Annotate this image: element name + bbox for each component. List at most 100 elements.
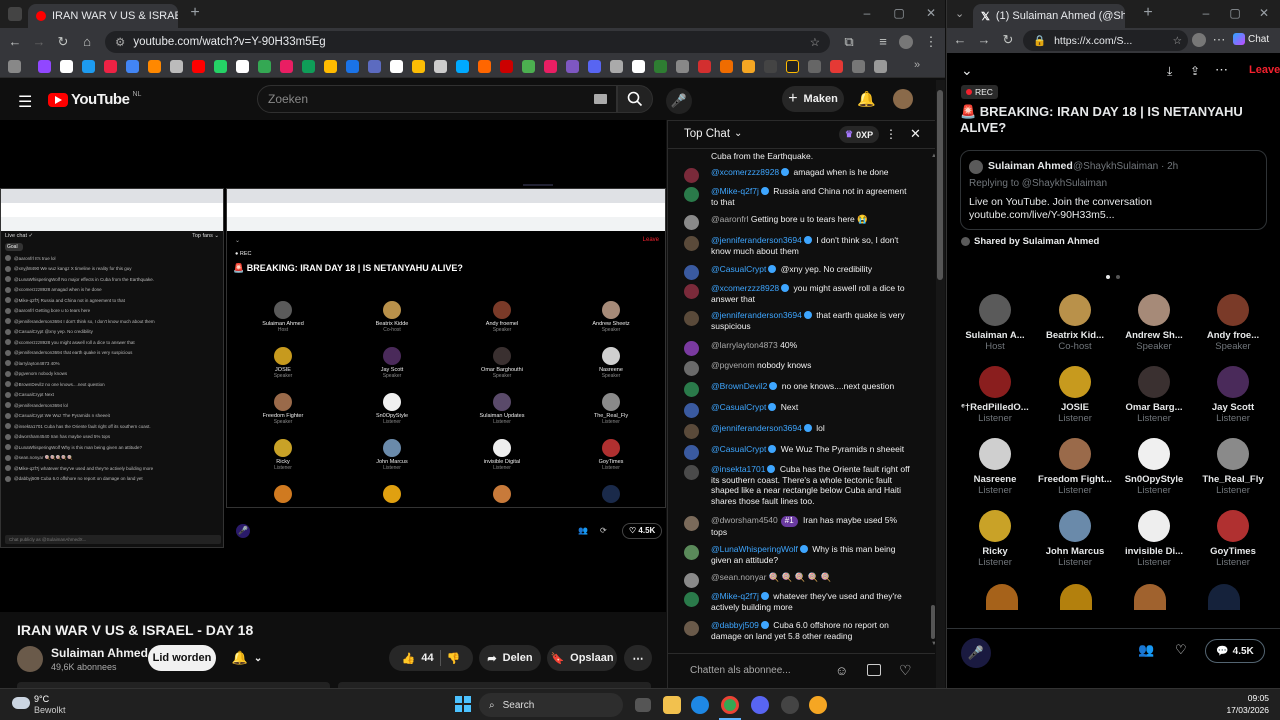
search-button[interactable]: [617, 85, 653, 113]
speaker-item[interactable]: Andrew Sh... Speaker: [1114, 294, 1194, 352]
chat-avatar[interactable]: [684, 465, 699, 480]
bookmark-icon[interactable]: [654, 60, 667, 73]
points-badge[interactable]: ♛ 0XP: [839, 126, 880, 143]
bookmark-icon[interactable]: [808, 60, 821, 73]
chat-author[interactable]: @insekta1701: [711, 464, 765, 474]
chat-author[interactable]: @jenniferanderson3694: [711, 310, 802, 320]
chat-mode-dropdown[interactable]: Top Chat ⌄: [684, 128, 742, 140]
bookmark-icon[interactable]: [852, 60, 865, 73]
chat-avatar[interactable]: [684, 284, 699, 299]
bookmark-icon[interactable]: [236, 60, 249, 73]
chat-author[interactable]: @Mike-q2f7j: [711, 591, 759, 601]
speaker-item[interactable]: John Marcus Listener: [1035, 510, 1115, 568]
bookmark-icon[interactable]: [522, 60, 535, 73]
apps-icon[interactable]: [8, 60, 21, 73]
bookmark-icon[interactable]: [830, 60, 843, 73]
thumb-down-icon[interactable]: 👎: [447, 652, 461, 665]
hamburger-menu-icon[interactable]: ☰: [18, 92, 32, 112]
bookmark-icon[interactable]: [478, 60, 491, 73]
reload-icon[interactable]: ↻: [56, 35, 70, 49]
bookmark-icon[interactable]: [60, 60, 73, 73]
voice-search-icon[interactable]: 🎤: [666, 88, 692, 114]
tab-search-icon[interactable]: [8, 7, 22, 21]
speaker-item[interactable]: Andy froe... Speaker: [1193, 294, 1273, 352]
chat-author[interactable]: @CasualCrypt: [711, 264, 766, 274]
chat-author[interactable]: @larrylayton4873: [711, 340, 778, 350]
chat-author[interactable]: @BrownDevil2: [711, 381, 767, 391]
taskbar-search[interactable]: ⌕ Search: [479, 693, 623, 717]
bookmark-icon[interactable]: [544, 60, 557, 73]
chat-avatar[interactable]: [684, 592, 699, 607]
home-icon[interactable]: ⌂: [80, 35, 94, 49]
clock-date[interactable]: 17/03/2026: [1221, 705, 1269, 715]
bookmark-icon[interactable]: [742, 60, 755, 73]
speaker-item[interactable]: Sulaiman A... Host: [955, 294, 1035, 352]
site-info-icon[interactable]: ⚙: [115, 35, 125, 49]
chat-author[interactable]: @dworsham4540: [711, 515, 778, 525]
chat-avatar[interactable]: [684, 573, 699, 588]
chat-avatar[interactable]: [684, 403, 699, 418]
chat-author[interactable]: @CasualCrypt: [711, 444, 766, 454]
chat-avatar[interactable]: [684, 215, 699, 230]
bookmark-icon[interactable]: [610, 60, 623, 73]
chat-author[interactable]: @xcomerzzz8928: [711, 283, 779, 293]
tab-youtube[interactable]: IRAN WAR V US & ISRAEL - D 🔊 ✕: [28, 4, 178, 28]
chat-author[interactable]: @sean.nonyar: [711, 572, 766, 582]
create-button[interactable]: + Maken: [782, 86, 844, 112]
chat-avatar[interactable]: [684, 311, 699, 326]
bookmark-icon[interactable]: [720, 60, 733, 73]
speaker-item[interactable]: The_Real_Fly Listener: [1193, 438, 1273, 496]
weather-cloud-icon[interactable]: [12, 697, 30, 709]
edge-icon[interactable]: [691, 696, 709, 714]
chat-author[interactable]: @LunaWhisperingWolf: [711, 544, 798, 554]
thumb-up-icon[interactable]: 👍: [402, 652, 416, 665]
profile-avatar[interactable]: [899, 35, 913, 49]
user-avatar[interactable]: [893, 89, 913, 109]
mic-icon[interactable]: 🎤: [961, 638, 991, 668]
chat-input[interactable]: Chatten als abonnee...: [690, 665, 791, 676]
bookmark-icon[interactable]: [412, 60, 425, 73]
chat-author[interactable]: @xcomerzzz8928: [711, 167, 779, 177]
bookmark-icon[interactable]: [126, 60, 139, 73]
file-explorer-icon[interactable]: [663, 696, 681, 714]
speaker-item[interactable]: invisible Di... Listener: [1114, 510, 1194, 568]
chat-avatar[interactable]: [684, 516, 699, 531]
chat-avatar[interactable]: [684, 382, 699, 397]
bookmark-icon[interactable]: [786, 60, 799, 73]
bookmark-icon[interactable]: [676, 60, 689, 73]
chat-avatar[interactable]: [684, 424, 699, 439]
bookmark-icon[interactable]: [566, 60, 579, 73]
chat-avatar[interactable]: [684, 341, 699, 356]
speaker-item[interactable]: Sn0OpyStyle Listener: [1114, 438, 1194, 496]
bookmark-icon[interactable]: [280, 60, 293, 73]
search-input[interactable]: Zoeken: [257, 85, 617, 113]
app-icon[interactable]: [781, 696, 799, 714]
youtube-logo[interactable]: YouTube NL: [48, 91, 141, 108]
speaker-item[interactable]: Nasreene Listener: [955, 438, 1035, 496]
chat-close-icon[interactable]: ✕: [910, 126, 921, 142]
weather-temperature[interactable]: 9°C: [34, 694, 49, 704]
bookmark-icon[interactable]: [170, 60, 183, 73]
super-chat-icon[interactable]: [867, 664, 881, 676]
bookmark-icon[interactable]: [434, 60, 447, 73]
page-scrollbar[interactable]: [936, 80, 945, 688]
chat-author[interactable]: @Mike-q2f7j: [711, 186, 759, 196]
chat-author[interactable]: @pgvenom: [711, 360, 755, 370]
bookmark-icon[interactable]: [368, 60, 381, 73]
bookmark-icon[interactable]: [456, 60, 469, 73]
more-bookmarks-icon[interactable]: »: [914, 59, 920, 71]
chat-author[interactable]: @dabbyj509: [711, 620, 759, 630]
chat-avatar[interactable]: [684, 168, 699, 183]
bookmark-icon[interactable]: [764, 60, 777, 73]
start-windows-icon[interactable]: [455, 696, 471, 712]
emoji-icon[interactable]: ☺: [835, 663, 848, 678]
chat-author[interactable]: @CasualCrypt: [711, 402, 766, 412]
media-icon[interactable]: ≡: [876, 35, 890, 49]
speaker-item[interactable]: GoyTimes Listener: [1193, 510, 1273, 568]
new-tab-icon[interactable]: +: [188, 5, 202, 21]
extensions-icon[interactable]: ⧉: [842, 35, 856, 49]
people-icon[interactable]: 👥: [1138, 642, 1154, 658]
speaker-item[interactable]: JOSIE Listener: [1035, 366, 1115, 424]
bookmark-icon[interactable]: [302, 60, 315, 73]
chat-more-icon[interactable]: ⋮: [885, 127, 897, 141]
